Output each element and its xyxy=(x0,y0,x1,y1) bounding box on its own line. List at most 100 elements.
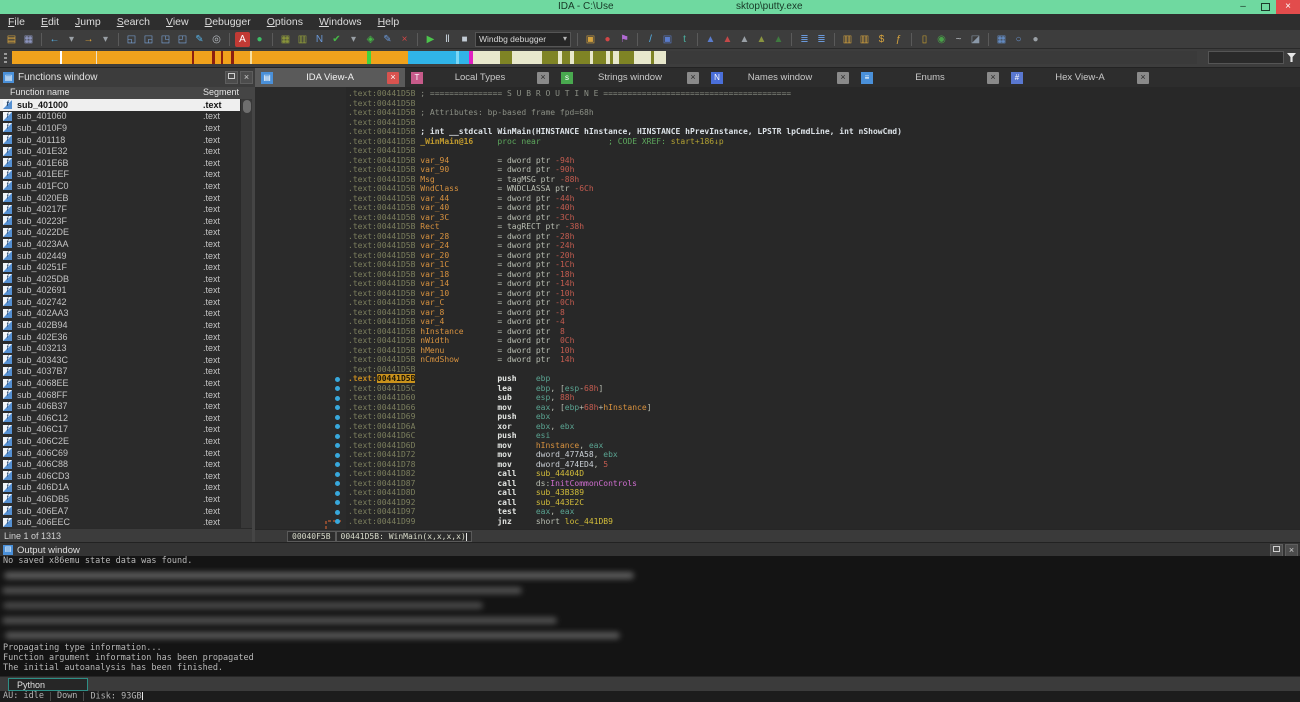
desktop-layout-icon[interactable]: ◰ xyxy=(175,32,190,47)
disassembly-line[interactable]: .text:00441D5B var_1C = dword ptr -1Ch xyxy=(255,260,1300,270)
function-row[interactable]: fsub_4068EE.text xyxy=(0,377,240,389)
xrefs-from-icon[interactable]: ▲ xyxy=(771,32,786,47)
pen-icon[interactable]: ✎ xyxy=(192,32,207,47)
nav-forward-icon[interactable]: → xyxy=(81,32,96,47)
functions-close-button[interactable]: × xyxy=(240,71,253,84)
disassembly-line[interactable]: .text:00441D6A xor ebx, ebx xyxy=(255,422,1300,432)
disassembly-line[interactable]: .text:00441D5B ; Attributes: bp-based fr… xyxy=(255,108,1300,118)
debug-stop-icon[interactable]: ■ xyxy=(457,32,472,47)
disassembly-line[interactable]: .text:00441D97 test eax, eax xyxy=(255,507,1300,517)
cancel-icon[interactable]: × xyxy=(397,32,412,47)
disassembly-line[interactable]: .text:00441D5B xyxy=(255,146,1300,156)
output-float-button[interactable] xyxy=(1270,544,1283,557)
function-row[interactable]: fsub_401000.text xyxy=(0,99,240,111)
struct-view-icon[interactable]: ≣ xyxy=(814,32,829,47)
disassembly-line[interactable]: .text:00441D5B var_28 = dword ptr -28h xyxy=(255,232,1300,242)
disassembly-line[interactable]: .text:00441D5B var_8 = dword ptr -8 xyxy=(255,308,1300,318)
disassembly-line[interactable]: .text:00441D5B var_C = dword ptr -0Ch xyxy=(255,298,1300,308)
function-row[interactable]: fsub_40217F.text xyxy=(0,203,240,215)
nav-forward-caret-icon[interactable]: ▾ xyxy=(98,32,113,47)
disassembly-line[interactable]: .text:00441D5B var_40 = dword ptr -40h xyxy=(255,203,1300,213)
disassembly-line[interactable]: .text:00441D99 jnz short loc_441DB9 xyxy=(255,517,1300,527)
segments-icon[interactable]: ▥ xyxy=(840,32,855,47)
disassembly-line[interactable]: .text:00441D5B Rect = tagRECT ptr -38h xyxy=(255,222,1300,232)
disassembly-line[interactable]: .text:00441D60 sub esp, 88h xyxy=(255,393,1300,403)
disassembly-line[interactable]: .text:00441D5B nWidth = dword ptr 0Ch xyxy=(255,336,1300,346)
function-row[interactable]: fsub_402742.text xyxy=(0,296,240,308)
edit-icon[interactable]: ✎ xyxy=(380,32,395,47)
types-icon[interactable]: t xyxy=(677,32,692,47)
search-icon[interactable]: ◎ xyxy=(209,32,224,47)
tab-names-window[interactable]: NNames window× xyxy=(705,68,855,87)
color-slash-icon[interactable]: / xyxy=(643,32,658,47)
breakpoint-list-icon[interactable]: ▯ xyxy=(917,32,932,47)
function-row[interactable]: fsub_4020EB.text xyxy=(0,192,240,204)
output-window-body[interactable]: No saved x86emu state data was found. Pr… xyxy=(0,556,1300,676)
minimize-button[interactable]: – xyxy=(1232,0,1254,14)
tracing-icon[interactable]: ~ xyxy=(951,32,966,47)
nav-back-icon[interactable]: ← xyxy=(47,32,62,47)
disassembly-line[interactable]: .text:00441D5B var_10 = dword ptr -10h xyxy=(255,289,1300,299)
disassembly-line[interactable]: .text:00441D72 mov dword_477A58, ebx xyxy=(255,450,1300,460)
function-row[interactable]: fsub_406D1A.text xyxy=(0,482,240,494)
output-close-button[interactable]: × xyxy=(1285,544,1298,557)
apply-icon[interactable]: ✔ xyxy=(329,32,344,47)
loaded-modules-icon[interactable]: $ xyxy=(874,32,889,47)
disassembly-line[interactable]: .text:00441D5C lea ebp, [esp-68h] xyxy=(255,384,1300,394)
disassembly-line[interactable]: .text:00441D5B var_18 = dword ptr -18h xyxy=(255,270,1300,280)
menu-windows[interactable]: Windows xyxy=(311,16,370,28)
disassembly-line[interactable]: .text:00441D5B var_3C = dword ptr -3Ch xyxy=(255,213,1300,223)
script-command-icon[interactable]: ▥ xyxy=(295,32,310,47)
disassembly-line[interactable]: .text:00441D5B _WinMain@16 proc near ; C… xyxy=(255,137,1300,147)
xref-graph-icon[interactable]: ▲ xyxy=(737,32,752,47)
open-file-icon[interactable]: ▤ xyxy=(4,32,19,47)
tab-close-icon[interactable]: × xyxy=(837,72,849,84)
signatures-icon[interactable]: ▥ xyxy=(857,32,872,47)
function-list-icon[interactable]: ƒ xyxy=(891,32,906,47)
disassembly-line[interactable]: .text:00441D5B hInstance = dword ptr 8 xyxy=(255,327,1300,337)
menu-jump[interactable]: Jump xyxy=(67,16,109,28)
info-icon[interactable]: ● xyxy=(1028,32,1043,47)
disassembly-line[interactable]: .text:00441D5B xyxy=(255,365,1300,375)
function-row[interactable]: fsub_402449.text xyxy=(0,250,240,262)
function-row[interactable]: fsub_40223F.text xyxy=(0,215,240,227)
function-row[interactable]: fsub_4022DE.text xyxy=(0,227,240,239)
function-row[interactable]: fsub_403213.text xyxy=(0,342,240,354)
function-row[interactable]: fsub_406C2E.text xyxy=(0,435,240,447)
call-graph-icon[interactable]: ▲ xyxy=(720,32,735,47)
xrefs-to-icon[interactable]: ▲ xyxy=(754,32,769,47)
menu-search[interactable]: Search xyxy=(109,16,158,28)
disassembly-line[interactable]: .text:00441D5B var_90 = dword ptr -90h xyxy=(255,165,1300,175)
tab-close-icon[interactable]: × xyxy=(987,72,999,84)
disassembly-line[interactable]: .text:00441D5B WndClass = WNDCLASSA ptr … xyxy=(255,184,1300,194)
tab-strings-window[interactable]: sStrings window× xyxy=(555,68,705,87)
disassembly-line[interactable]: .text:00441D6D mov hInstance, eax xyxy=(255,441,1300,451)
function-row[interactable]: fsub_406C69.text xyxy=(0,447,240,459)
function-row[interactable]: fsub_406C17.text xyxy=(0,424,240,436)
band-drag-handle[interactable] xyxy=(4,53,7,63)
function-row[interactable]: fsub_406C88.text xyxy=(0,458,240,470)
function-row[interactable]: fsub_402B94.text xyxy=(0,319,240,331)
analyzer-icon[interactable]: A xyxy=(235,32,250,47)
function-row[interactable]: fsub_40343C.text xyxy=(0,354,240,366)
menu-view[interactable]: View xyxy=(158,16,197,28)
scrollbar-thumb[interactable] xyxy=(243,100,251,113)
disassembly-line[interactable]: .text:00441D5B var_20 = dword ptr -20h xyxy=(255,251,1300,261)
emulator-icon[interactable]: ● xyxy=(252,32,267,47)
function-row[interactable]: fsub_401E6B.text xyxy=(0,157,240,169)
tab-local-types[interactable]: TLocal Types× xyxy=(405,68,555,87)
debug-pause-icon[interactable]: Ⅱ xyxy=(440,32,455,47)
debugger-flag-icon[interactable]: ⚑ xyxy=(617,32,632,47)
function-row[interactable]: fsub_401060.text xyxy=(0,111,240,123)
disassembly-view[interactable]: .text:00441D5B ; =============== S U B R… xyxy=(255,87,1300,529)
function-row[interactable]: fsub_402AA3.text xyxy=(0,308,240,320)
disassembly-line[interactable]: .text:00441D5B hMenu = dword ptr 10h xyxy=(255,346,1300,356)
disassembly-line[interactable]: .text:00441D5B xyxy=(255,99,1300,109)
calculator-icon[interactable]: ▦ xyxy=(278,32,293,47)
function-row[interactable]: fsub_406EEC.text xyxy=(0,516,240,528)
function-row[interactable]: fsub_406EA7.text xyxy=(0,505,240,517)
function-row[interactable]: fsub_401EEF.text xyxy=(0,169,240,181)
notepad-icon[interactable]: N xyxy=(312,32,327,47)
dart-icon[interactable]: ◈ xyxy=(363,32,378,47)
disassembly-line[interactable]: .text:00441D5B xyxy=(255,118,1300,128)
